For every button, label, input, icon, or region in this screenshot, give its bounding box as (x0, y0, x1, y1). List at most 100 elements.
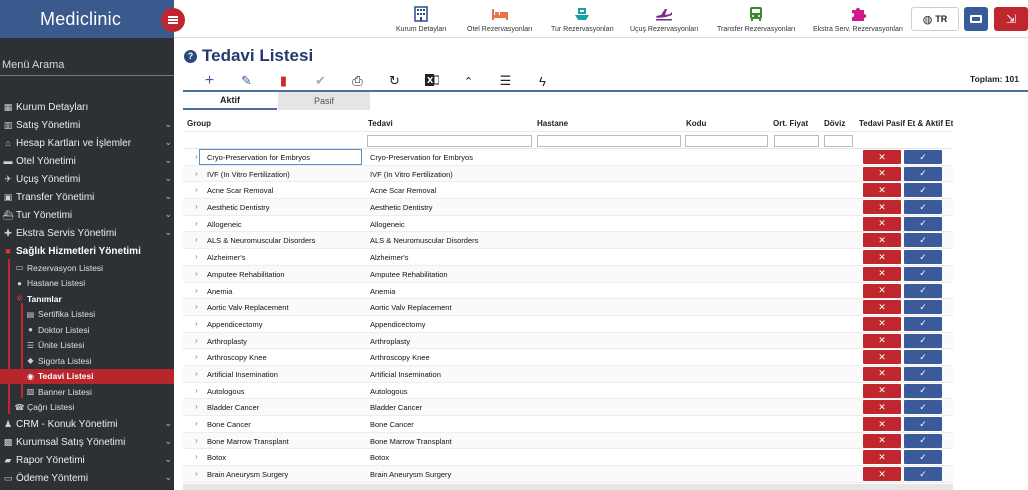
chevron-right-icon[interactable]: › (195, 402, 198, 411)
sidebar-item-odeme-yontemi[interactable]: ▭ Ödeme Yöntemi ⌄ (0, 469, 174, 487)
sidebar-item-doktor-listesi[interactable]: ● Doktor Listesi (0, 322, 174, 338)
activate-button[interactable]: ✓ (904, 433, 942, 448)
sidebar-item-hastane-listesi[interactable]: ● Hastane Listesi (0, 276, 174, 292)
column-header-tedavi[interactable]: Tedavi (368, 119, 393, 128)
sidebar-item-cagri-listesi[interactable]: ☎ Çağrı Listesi (0, 400, 174, 416)
topnav-otel-rezervasyonlari[interactable]: Otel Rezervasyonları (467, 4, 532, 33)
chevron-right-icon[interactable]: › (195, 419, 198, 428)
sidebar-item-satis-yonetimi[interactable]: ▥ Satış Yönetimi ⌄ (0, 116, 174, 134)
table-row[interactable]: › Autologous Autologous ✕ ✓ (183, 383, 953, 400)
activate-button[interactable]: ✓ (904, 383, 942, 398)
table-row[interactable]: › Aortic Valv Replacement Aortic Valv Repl… (183, 299, 953, 316)
deactivate-button[interactable]: ✕ (863, 366, 901, 381)
activate-button[interactable]: ✓ (904, 233, 942, 248)
deactivate-button[interactable]: ✕ (863, 433, 901, 448)
chevron-right-icon[interactable]: › (195, 286, 198, 295)
activate-button[interactable]: ✓ (904, 200, 942, 215)
activate-button[interactable]: ✓ (904, 333, 942, 348)
table-row[interactable]: › Cryo-Preservation for Embryos Cryo-Prese… (183, 149, 953, 166)
menu-toggle-button[interactable] (161, 8, 185, 32)
collapse-button[interactable]: ⌃ (450, 73, 487, 89)
deactivate-button[interactable]: ✕ (863, 467, 901, 482)
help-icon[interactable]: ? (184, 49, 197, 63)
sidebar-item-transfer-yonetimi[interactable]: ▣ Transfer Yönetimi ⌄ (0, 188, 174, 206)
activate-button[interactable]: ✓ (904, 166, 942, 181)
chevron-right-icon[interactable]: › (195, 336, 198, 345)
sidebar-item-tanimlar[interactable]: ✲ Tanımlar (0, 291, 174, 307)
activate-button[interactable]: ✓ (904, 250, 942, 265)
activate-button[interactable]: ✓ (904, 150, 942, 164)
deactivate-button[interactable]: ✕ (863, 283, 901, 298)
column-header-ort-fiyat[interactable]: Ort. Fiyat (773, 119, 808, 128)
column-header-group[interactable]: Group (187, 119, 211, 128)
chevron-right-icon[interactable]: › (195, 386, 198, 395)
filter-hastane-input[interactable] (537, 135, 681, 147)
deactivate-button[interactable]: ✕ (863, 233, 901, 248)
activate-button[interactable]: ✓ (904, 450, 942, 465)
table-row[interactable]: › IVF (In Vitro Fertilization) IVF (In Vit… (183, 165, 953, 183)
topnav-kurum-detaylari[interactable]: Kurum Detayları (396, 4, 447, 33)
deactivate-button[interactable]: ✕ (863, 333, 901, 348)
filter-kodu-input[interactable] (685, 135, 768, 147)
table-row[interactable]: › ALS & Neuromuscular Disorders ALS & Neur… (183, 232, 953, 250)
sidebar-item-ucus-yonetimi[interactable]: ✈ Uçuş Yönetimi ⌄ (0, 170, 174, 188)
activate-button[interactable]: ✓ (904, 300, 942, 315)
sidebar-item-ekstra-servis[interactable]: ✚ Ekstra Servis Yönetimi ⌄ (0, 224, 174, 242)
activate-button[interactable]: ✓ (904, 183, 942, 198)
logout-button[interactable]: ⇲ (994, 7, 1028, 31)
tab-aktif[interactable]: Aktif (183, 92, 277, 110)
refresh-button[interactable]: ↻ (376, 73, 413, 89)
table-row[interactable]: › Appendicectomy Appendicectomy ✕ ✓ (183, 316, 953, 333)
table-row[interactable]: › Arthroplasty Arthroplasty ✕ ✓ (183, 332, 953, 350)
menu-search-label[interactable]: Menü Arama (2, 59, 64, 71)
chevron-right-icon[interactable]: › (195, 452, 198, 461)
table-row[interactable]: › Alzheimer's Alzheimer's ✕ ✓ (183, 249, 953, 266)
table-row[interactable]: › Artificial Insemination Artificial Insem… (183, 365, 953, 383)
chevron-right-icon[interactable]: › (195, 369, 198, 378)
deactivate-button[interactable]: ✕ (863, 166, 901, 181)
topnav-ucus-rezervasyonlari[interactable]: Uçuş Rezervasyonları (630, 4, 698, 33)
activate-button[interactable]: ✓ (904, 366, 942, 381)
topnav-ekstra-serv-rezervasyonlari[interactable]: Ekstra Serv. Rezervasyonları (813, 4, 903, 33)
sidebar-item-hesap-kartlari[interactable]: ⌂ Hesap Kartları ve İşlemler ⌄ (0, 134, 174, 152)
sidebar-item-sigorta-listesi[interactable]: ◆ Sigorta Listesi (0, 353, 174, 369)
table-row[interactable]: › Bone Marrow Transplant Bone Marrow Trans… (183, 432, 953, 450)
horizontal-scrollbar[interactable] (183, 484, 953, 490)
activate-button[interactable]: ✓ (904, 417, 942, 431)
deactivate-button[interactable]: ✕ (863, 417, 901, 431)
column-header-kodu[interactable]: Kodu (686, 119, 706, 128)
activate-button[interactable]: ✓ (904, 316, 942, 331)
sidebar-item-banner-listesi[interactable]: ▨ Banner Listesi (0, 384, 174, 400)
chevron-right-icon[interactable]: › (195, 219, 198, 228)
sidebar-item-otel-yonetimi[interactable]: ▬ Otel Yönetimi ⌄ (0, 152, 174, 170)
table-row[interactable]: › Brain Aneurysm Surgery Brain Aneurysm Su… (183, 466, 953, 483)
sidebar-item-rapor-yonetimi[interactable]: ▰ Rapor Yönetimi ⌄ (0, 451, 174, 469)
deactivate-button[interactable]: ✕ (863, 200, 901, 215)
deactivate-button[interactable]: ✕ (863, 183, 901, 198)
deactivate-button[interactable]: ✕ (863, 250, 901, 265)
table-row[interactable]: › Aesthetic Dentistry Aesthetic Dentistry ✕… (183, 199, 953, 216)
table-row[interactable]: › Acne Scar Removal Acne Scar Removal ✕ ✓ (183, 182, 953, 200)
cash-register-button[interactable] (964, 7, 988, 31)
chevron-right-icon[interactable]: › (195, 252, 198, 261)
sidebar-item-tur-yonetimi[interactable]: ⛴ Tur Yönetimi ⌄ (0, 206, 174, 224)
sidebar-item-crm[interactable]: ♟ CRM - Konuk Yönetimi ⌄ (0, 415, 174, 433)
sidebar-item-tedavi-listesi[interactable]: ◉ Tedavi Listesi (0, 368, 174, 384)
sidebar-item-unite-listesi[interactable]: ☰ Ünite Listesi (0, 338, 174, 354)
chevron-right-icon[interactable]: › (195, 169, 198, 178)
chevron-right-icon[interactable]: › (195, 202, 198, 211)
column-header-hastane[interactable]: Hastane (537, 119, 568, 128)
activate-button[interactable]: ✓ (904, 266, 942, 281)
table-row[interactable]: › Botox Botox ✕ ✓ (183, 449, 953, 467)
activate-button[interactable]: ✓ (904, 283, 942, 298)
sidebar-item-kurumsal-satis[interactable]: ▩ Kurumsal Satış Yönetimi ⌄ (0, 433, 174, 451)
deactivate-button[interactable]: ✕ (863, 450, 901, 465)
deactivate-button[interactable]: ✕ (863, 350, 901, 365)
deactivate-button[interactable]: ✕ (863, 216, 901, 231)
edit-button[interactable]: ✎ (228, 73, 265, 89)
table-row[interactable]: › Amputee Rehabilitation Amputee Rehabilit… (183, 265, 953, 283)
table-row[interactable]: › Bladder Cancer Bladder Cancer ✕ ✓ (183, 399, 953, 416)
chevron-right-icon[interactable]: › (195, 436, 198, 445)
table-row[interactable]: › Bone Cancer Bone Cancer ✕ ✓ (183, 416, 953, 433)
chevron-right-icon[interactable]: › (195, 469, 198, 478)
